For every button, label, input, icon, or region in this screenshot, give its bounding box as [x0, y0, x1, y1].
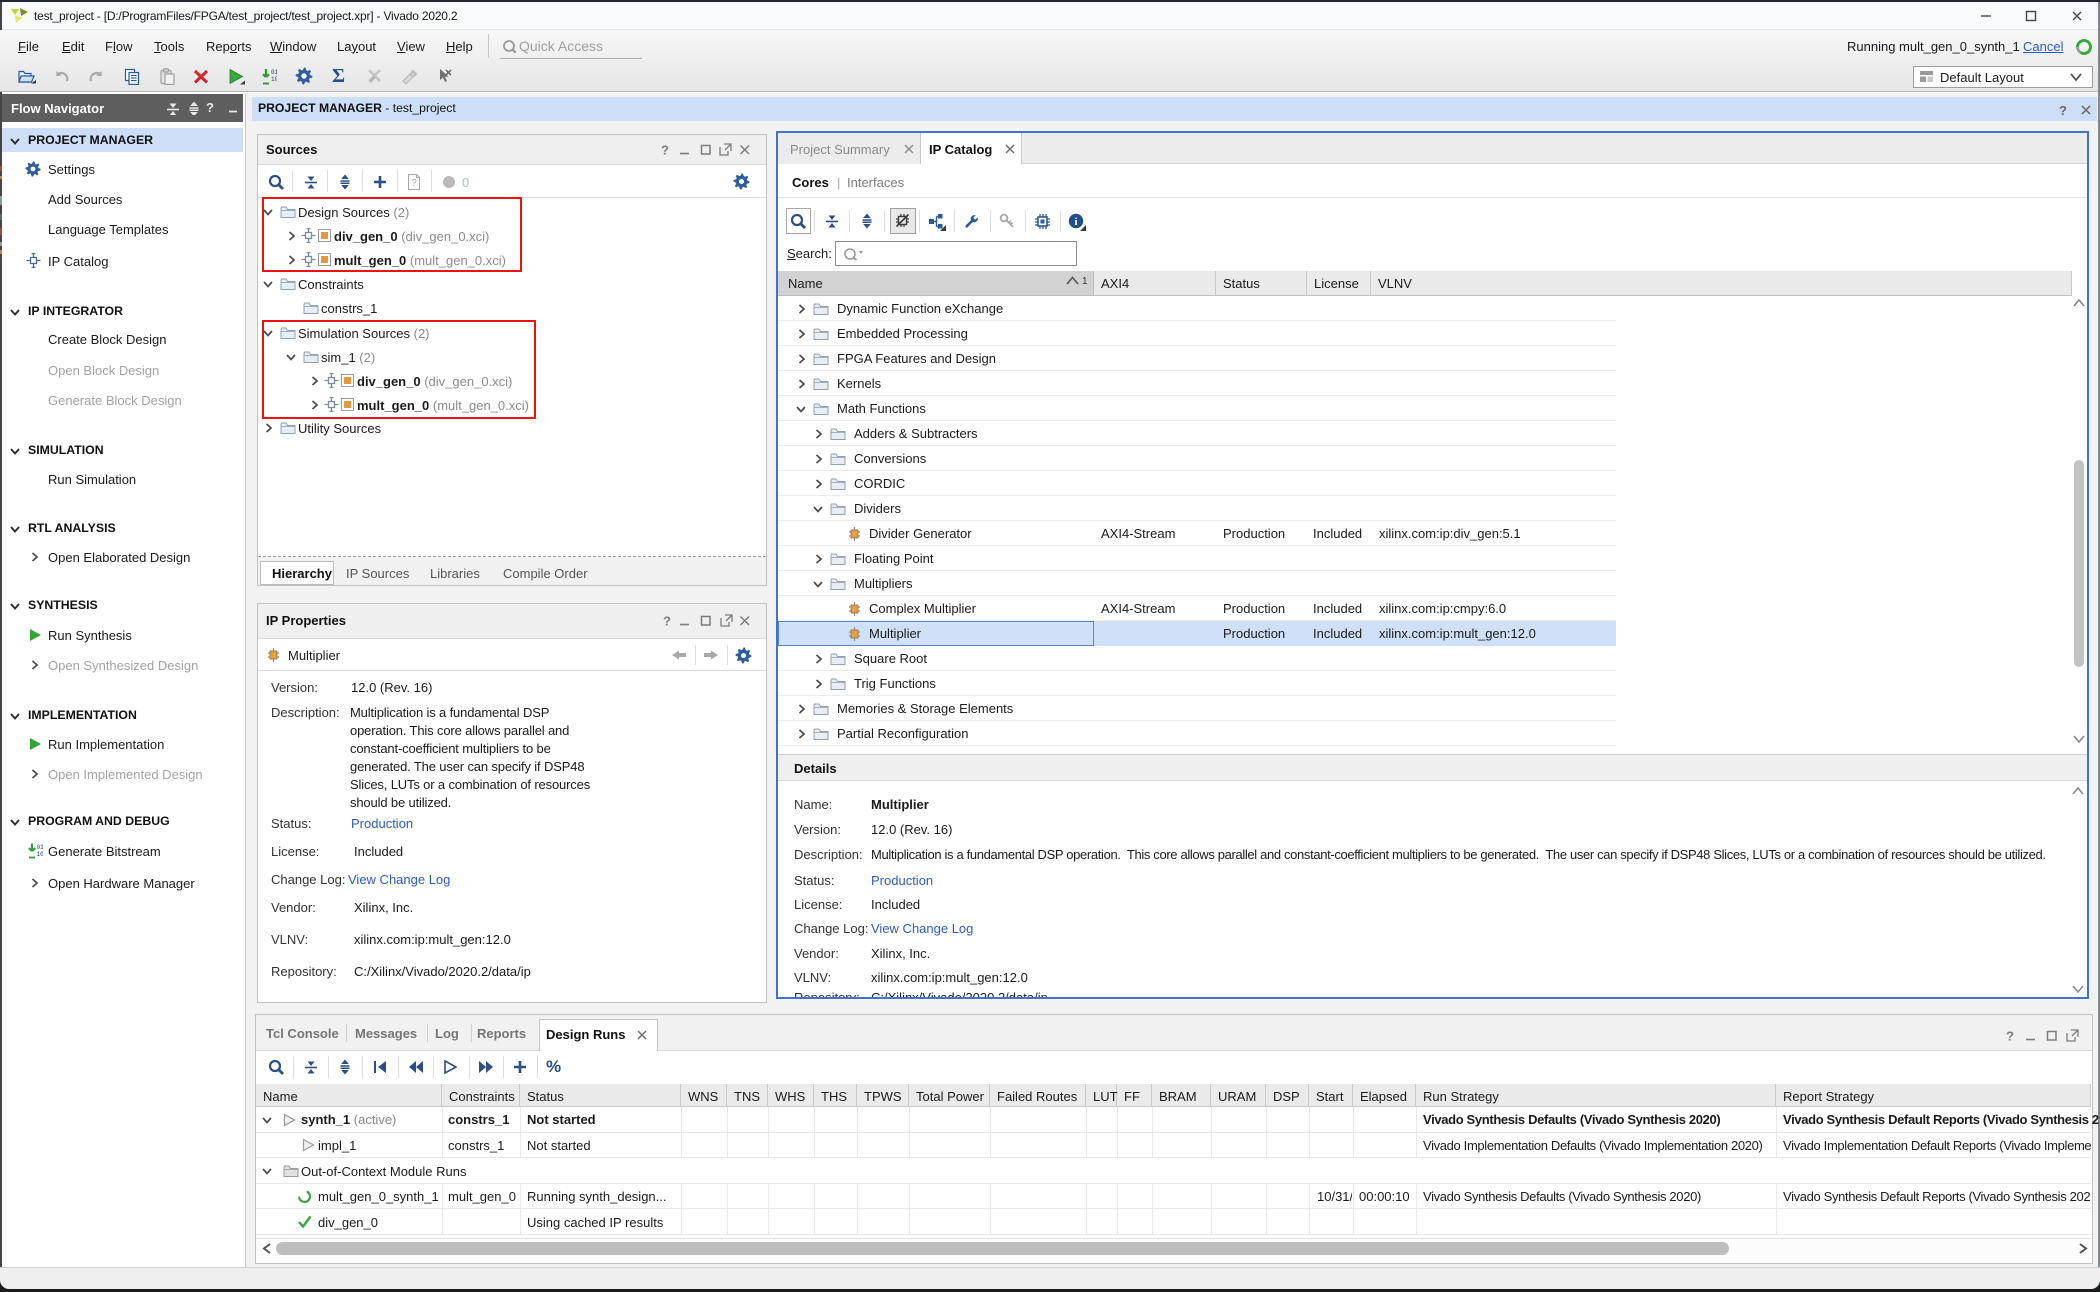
svg-text:i: i — [1074, 216, 1077, 228]
svg-text:10: 10 — [37, 851, 44, 858]
svg-text:10: 10 — [271, 76, 277, 83]
svg-text:?: ? — [663, 614, 671, 629]
svg-text:?: ? — [411, 178, 417, 189]
svg-text:?: ? — [2006, 1029, 2014, 1044]
svg-text:?: ? — [661, 143, 669, 158]
svg-text:01: 01 — [271, 69, 277, 76]
svg-text:01: 01 — [37, 844, 44, 851]
